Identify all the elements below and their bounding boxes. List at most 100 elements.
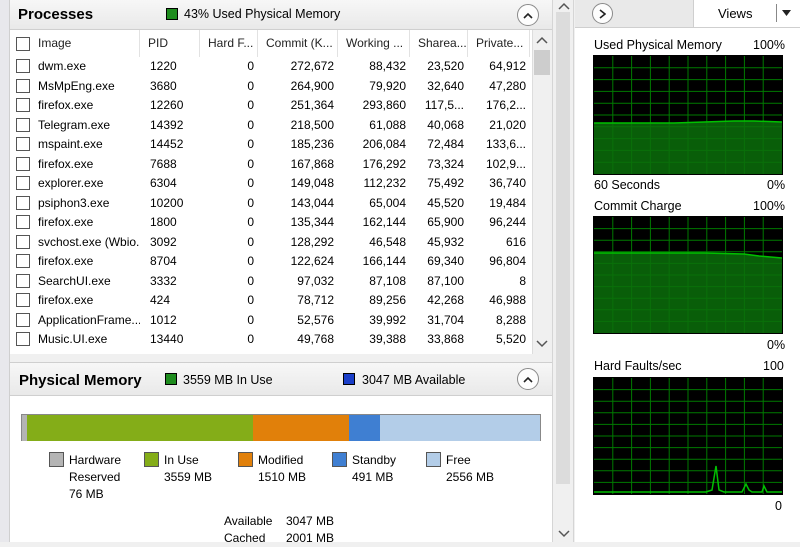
views-button[interactable]: Views [693,0,800,27]
table-row[interactable]: mspaint.exe 14452 0 185,236 206,084 72,484 133… [10,135,532,155]
table-row[interactable]: explorer.exe 6304 0 149,048 112,232 75,492 36,… [10,174,532,194]
column-header[interactable]: PID [140,30,200,57]
table-cell: firefox.exe [38,215,94,229]
row-checkbox[interactable] [16,176,30,190]
row-checkbox[interactable] [16,117,30,132]
table-cell: 6304 [150,176,177,190]
table-cell: 96,244 [489,215,526,229]
table-cell: 61,088 [369,117,406,132]
scroll-down-icon [558,530,570,538]
table-cell: MsMpEng.exe [38,78,115,93]
table-cell: 218,500 [290,117,334,132]
table-cell: 8704 [150,254,177,268]
column-header[interactable]: Hard F... [200,30,258,57]
table-cell: 88,432 [369,59,406,73]
table-row[interactable]: firefox.exe 8704 0 122,624 166,144 69,340 96,8… [10,252,532,272]
table-cell: 0 [247,59,254,73]
memory-bar-segment-standby [349,415,380,441]
table-cell: 264,900 [290,78,334,93]
column-header[interactable]: Sharea... [410,30,468,57]
scroll-down-icon [536,340,548,348]
legend-swatch [49,452,64,467]
table-row[interactable]: Music.UI.exe 13440 0 49,768 39,388 33,868 5,52… [10,330,532,350]
chevron-up-icon [523,12,533,19]
table-cell: 0 [247,195,254,210]
row-checkbox[interactable] [16,59,30,73]
table-row[interactable]: Telegram.exe 14392 0 218,500 61,088 40,068 21,… [10,116,532,136]
table-row[interactable]: firefox.exe 1800 0 135,344 162,144 65,900 96,2… [10,213,532,233]
table-cell: 272,672 [290,59,334,73]
row-checkbox[interactable] [16,332,30,346]
legend-label: Free [446,453,471,467]
table-cell: 167,868 [290,156,334,171]
legend-value: 491 MB [352,470,394,484]
table-cell: ApplicationFrame... [38,312,140,327]
column-header[interactable]: Commit (K... [258,30,338,57]
row-checkbox[interactable] [16,98,30,112]
row-checkbox[interactable] [16,234,30,249]
table-row[interactable]: MsMpEng.exe 3680 0 264,900 79,920 32,640 47,28… [10,77,532,97]
table-cell: 65,004 [369,195,406,210]
processes-scrollbar[interactable] [532,30,550,354]
hard-faults-graph [593,377,783,495]
row-checkbox[interactable] [16,293,30,307]
collapse-processes-button[interactable] [517,4,539,26]
row-checkbox[interactable] [16,78,30,93]
table-cell: 0 [247,78,254,93]
table-row[interactable]: ApplicationFrame... 1012 0 52,576 39,992 31,7… [10,311,532,331]
table-cell: 149,048 [290,176,334,190]
table-cell: explorer.exe [38,176,104,190]
table-row[interactable]: dwm.exe 1220 0 272,672 88,432 23,520 64,912 [10,57,532,77]
row-checkbox[interactable] [16,254,30,268]
row-checkbox[interactable] [16,312,30,327]
scroll-thumb[interactable] [534,50,550,75]
processes-header[interactable]: Processes 43% Used Physical Memory [10,0,552,30]
row-checkbox[interactable] [16,215,30,229]
table-cell: 1800 [150,215,177,229]
table-row[interactable]: svchost.exe (Wbio... 3092 0 128,292 46,548 45… [10,233,532,253]
expand-graphs-button[interactable] [592,3,613,24]
table-cell: 78,712 [297,293,334,307]
column-header[interactable]: Working ... [338,30,410,57]
table-cell: 0 [247,273,254,288]
legend-label: Modified [258,453,304,467]
table-cell: 143,044 [290,195,334,210]
table-cell: firefox.exe [38,254,94,268]
table-cell: 49,768 [297,332,334,346]
table-cell: firefox.exe [38,293,94,307]
used-memory-area [594,121,782,174]
row-checkbox[interactable] [16,195,30,210]
table-cell: 64,912 [489,59,526,73]
row-checkbox[interactable] [16,156,30,171]
row-checkbox[interactable] [16,137,30,151]
memory-bar-segment-in-use [27,415,253,441]
select-all-checkbox[interactable] [16,37,30,51]
table-cell: 45,520 [427,195,464,210]
table-cell: 8 [519,273,526,288]
table-cell: 31,704 [427,312,464,327]
table-cell: 128,292 [290,234,334,249]
table-row[interactable]: psiphon3.exe 10200 0 143,044 65,004 45,520 19,… [10,194,532,214]
physical-memory-header[interactable]: Physical Memory 3559 MB In Use 3047 MB A… [10,362,552,396]
table-row[interactable]: firefox.exe 7688 0 167,868 176,292 73,324 102,… [10,155,532,175]
main-scrollbar[interactable] [552,0,574,542]
table-cell: mspaint.exe [38,137,103,151]
table-row[interactable]: firefox.exe 424 0 78,712 89,256 42,268 46,988 [10,291,532,311]
graph-panel: Views Used Physical Memory 100% 60 Secon… [575,0,800,542]
processes-title: Processes [18,6,94,23]
table-row[interactable]: firefox.exe 12260 0 251,364 293,860 117,5... 1… [10,96,532,116]
column-header[interactable]: Private... [468,30,530,57]
collapse-physical-memory-button[interactable] [517,368,539,390]
scroll-thumb[interactable] [556,12,570,484]
table-cell: 32,640 [427,78,464,93]
summary-label: Cached [224,531,266,545]
table-cell: 39,992 [369,312,406,327]
commit-charge-graph [593,216,783,334]
table-row[interactable]: SearchUI.exe 3332 0 97,032 87,108 87,100 8 [10,272,532,292]
processes-table[interactable]: Image PID Hard F... Commit (K... Working ...… [10,30,532,354]
row-checkbox[interactable] [16,273,30,288]
hard-faults-graph-title: Hard Faults/sec [594,359,682,373]
table-cell: 40,068 [427,117,464,132]
table-cell: 251,364 [290,98,334,112]
table-cell: 33,868 [427,332,464,346]
